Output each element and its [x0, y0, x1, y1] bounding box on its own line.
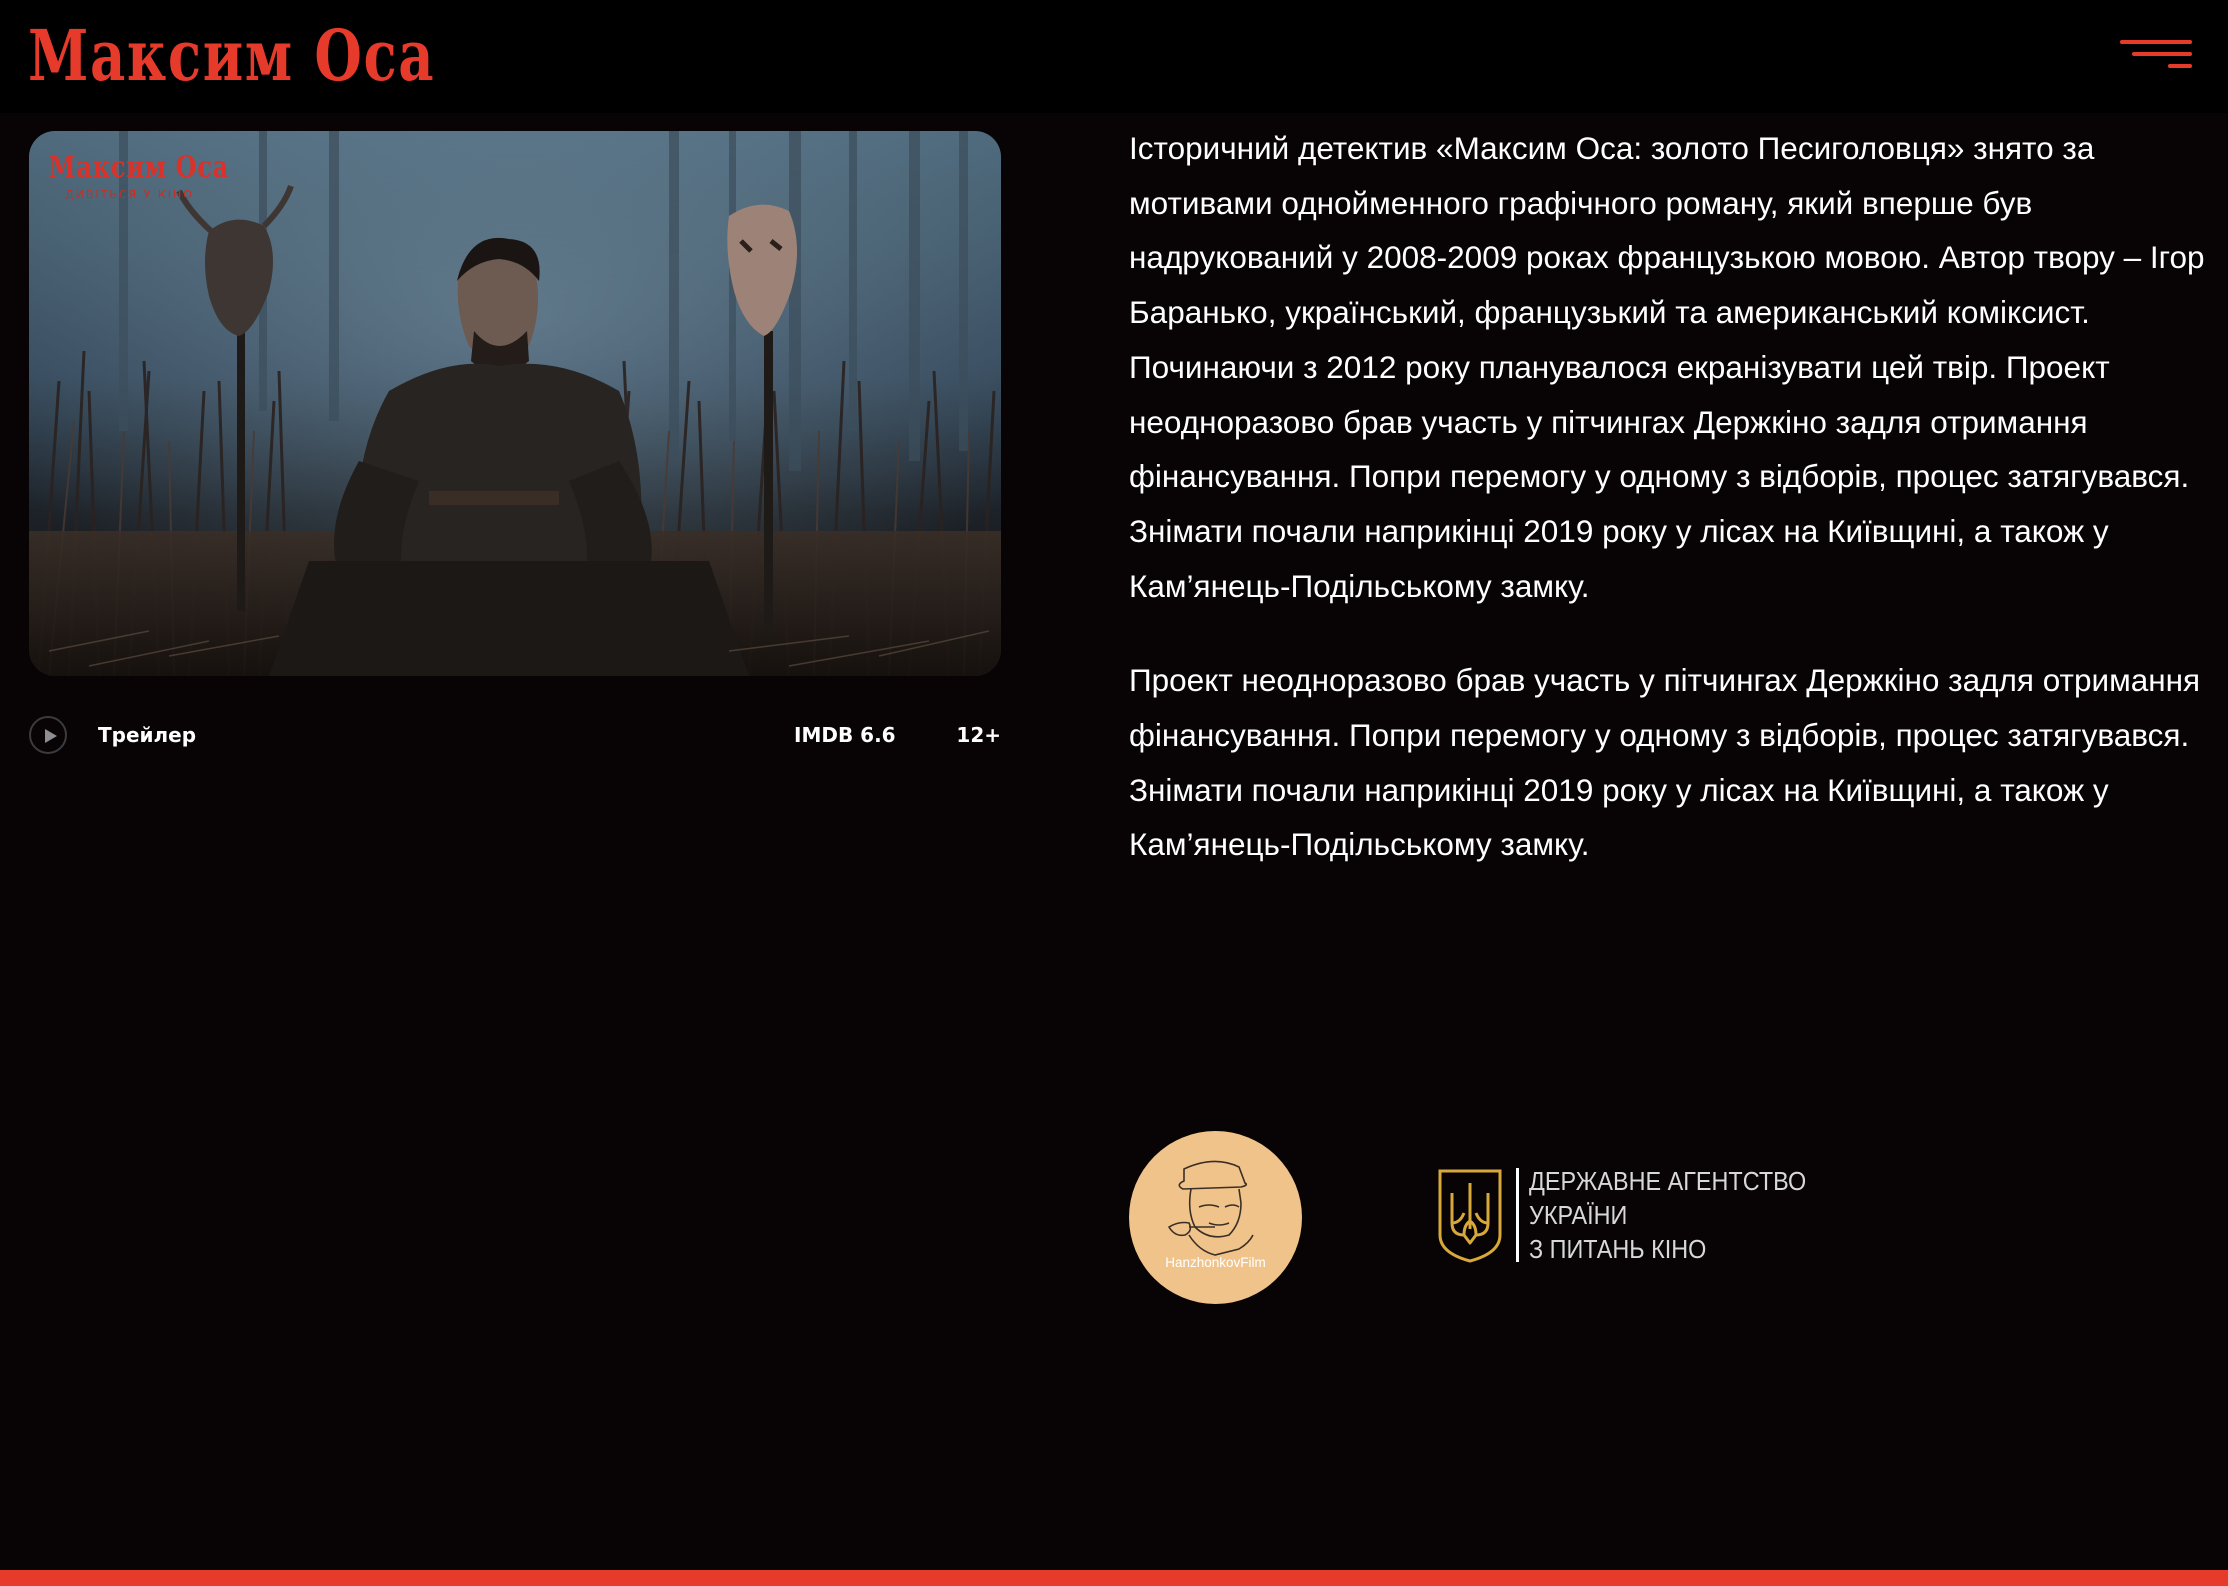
poster-logo-title: Максим Оса	[49, 150, 230, 185]
poster-logo: Максим Оса ДИВІТЬСЯ У КІНО	[49, 150, 274, 201]
poster-scene	[29, 131, 1001, 676]
hamburger-menu-icon[interactable]	[2112, 36, 2192, 76]
footer-accent-bar	[0, 1570, 2228, 1586]
trailer-link[interactable]: Трейлер	[98, 723, 196, 747]
divider	[1516, 1168, 1519, 1262]
hanzhonkov-film-logo[interactable]: HanzhonkovFilm	[1129, 1131, 1302, 1304]
agency-name-line: З ПИТАНЬ КІНО	[1529, 1234, 1707, 1264]
movie-description: Історичний детектив «Максим Оса: золото …	[1129, 121, 2209, 912]
hanzhonkov-portrait-icon	[1167, 1160, 1254, 1256]
imdb-rating: IMDB 6.6	[794, 723, 896, 747]
description-paragraph: Проект неодноразово брав участь у пітчин…	[1129, 662, 2201, 863]
description-paragraph: Історичний детектив «Максим Оса: золото …	[1129, 130, 2205, 604]
hanzhonkov-film-name: HanzhonkovFilm	[1165, 1255, 1266, 1270]
poster-logo-subtitle: ДИВІТЬСЯ У КІНО	[65, 188, 194, 201]
trident-emblem-icon	[1438, 1169, 1502, 1263]
menu-line	[2120, 40, 2192, 44]
state-film-agency-logo[interactable]: ДЕРЖАВНЕ АГЕНТСТВО УКРАЇНИ З ПИТАНЬ КІНО	[1434, 1163, 1837, 1267]
agency-name-line: УКРАЇНИ	[1529, 1200, 1628, 1230]
agency-name: ДЕРЖАВНЕ АГЕНТСТВО УКРАЇНИ З ПИТАНЬ КІНО	[1529, 1164, 1806, 1266]
movie-meta-row: Трейлер IMDB 6.6 12+	[29, 716, 1001, 754]
site-header: Максим Оса	[0, 0, 2228, 113]
agency-name-line: ДЕРЖАВНЕ АГЕНТСТВО	[1529, 1166, 1807, 1196]
play-icon[interactable]	[29, 716, 67, 754]
menu-line	[2132, 52, 2192, 56]
menu-line	[2168, 64, 2192, 68]
site-logo[interactable]: Максим Оса	[28, 10, 435, 102]
movie-poster: Максим Оса ДИВІТЬСЯ У КІНО	[29, 131, 1001, 676]
age-rating: 12+	[956, 723, 1001, 747]
